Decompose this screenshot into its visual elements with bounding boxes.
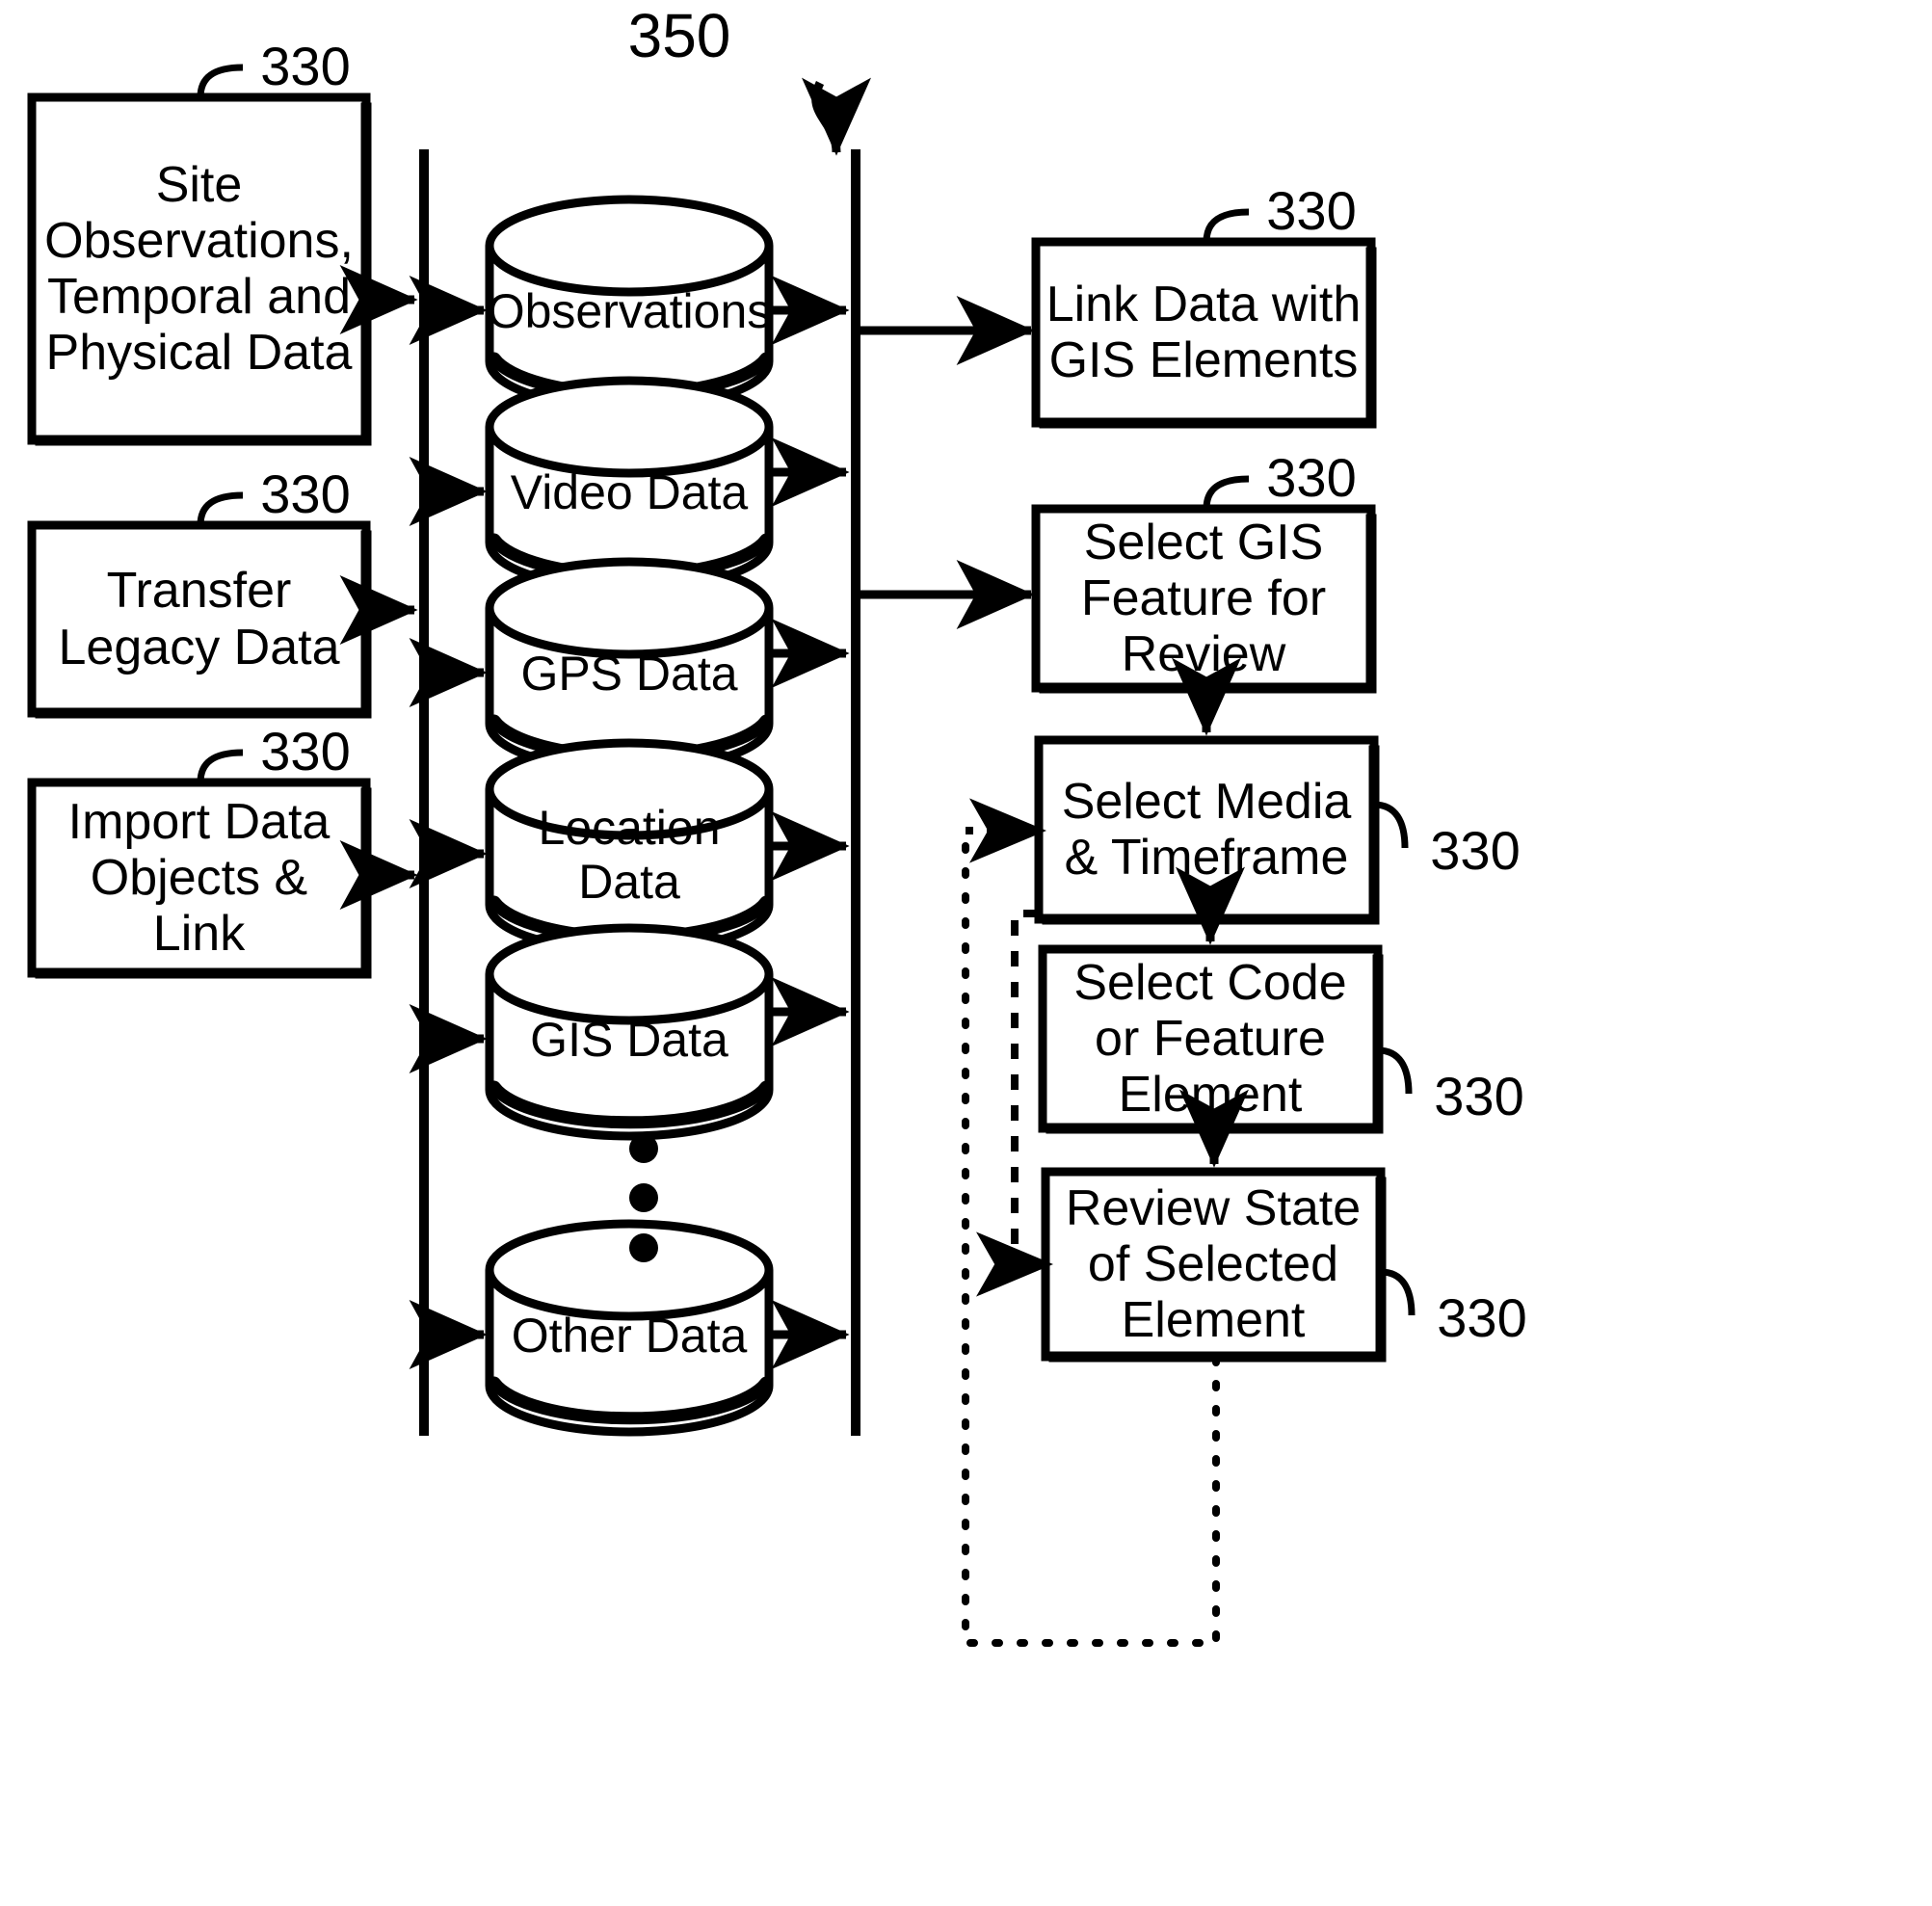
patent-figure-350: 350 Site Observations, Temporal and Phys… <box>0 0 1932 1906</box>
rail-to-output-arrows <box>859 296 1035 629</box>
rail-to-cylinder-arrows <box>409 276 488 1369</box>
figure-number-pointer <box>801 77 871 156</box>
feedback-loop-inner <box>1011 910 1039 1264</box>
figure-canvas <box>27 64 1416 1647</box>
cylinder-to-rail-arrows <box>771 276 850 1369</box>
input-box-rects <box>27 93 371 978</box>
input-to-rail-arrows <box>339 265 418 910</box>
vertical-ellipsis-dots <box>629 1134 658 1262</box>
output-box-rects <box>1031 237 1386 1362</box>
